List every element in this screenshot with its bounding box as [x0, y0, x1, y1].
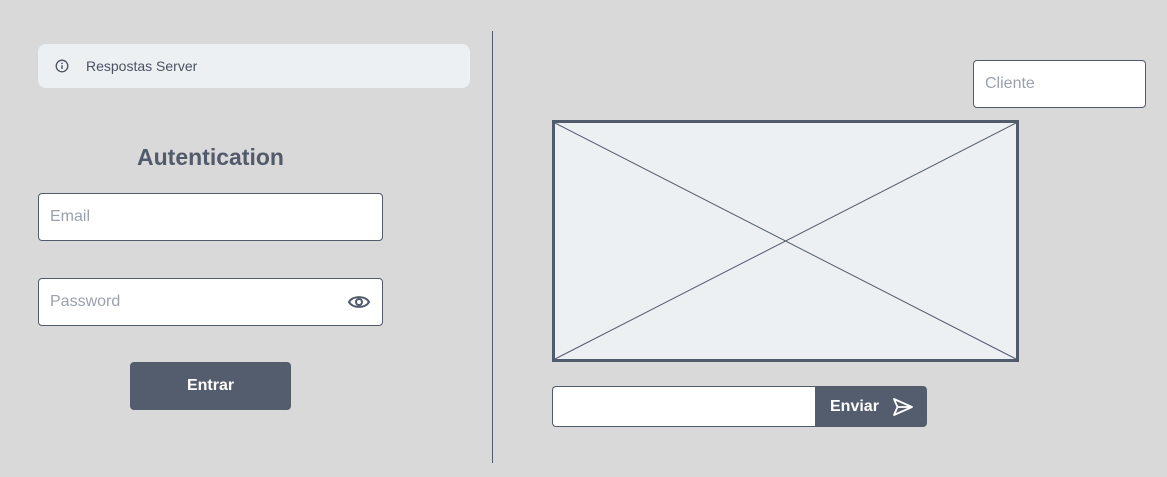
- send-button-label: Enviar: [830, 397, 879, 415]
- send-button[interactable]: Enviar: [815, 386, 927, 427]
- client-input[interactable]: [973, 60, 1146, 108]
- password-input[interactable]: [38, 278, 383, 326]
- auth-title: Autentication: [137, 144, 284, 170]
- panel-divider: [492, 31, 493, 463]
- email-input[interactable]: [38, 193, 383, 241]
- eye-icon[interactable]: [347, 291, 371, 313]
- notice-text: Respostas Server: [86, 58, 198, 74]
- send-icon: [891, 396, 915, 418]
- login-button[interactable]: Entrar: [130, 362, 291, 410]
- image-placeholder: [552, 120, 1019, 362]
- info-icon: [55, 59, 69, 73]
- message-input[interactable]: [552, 386, 816, 427]
- server-response-notice: Respostas Server: [38, 44, 470, 88]
